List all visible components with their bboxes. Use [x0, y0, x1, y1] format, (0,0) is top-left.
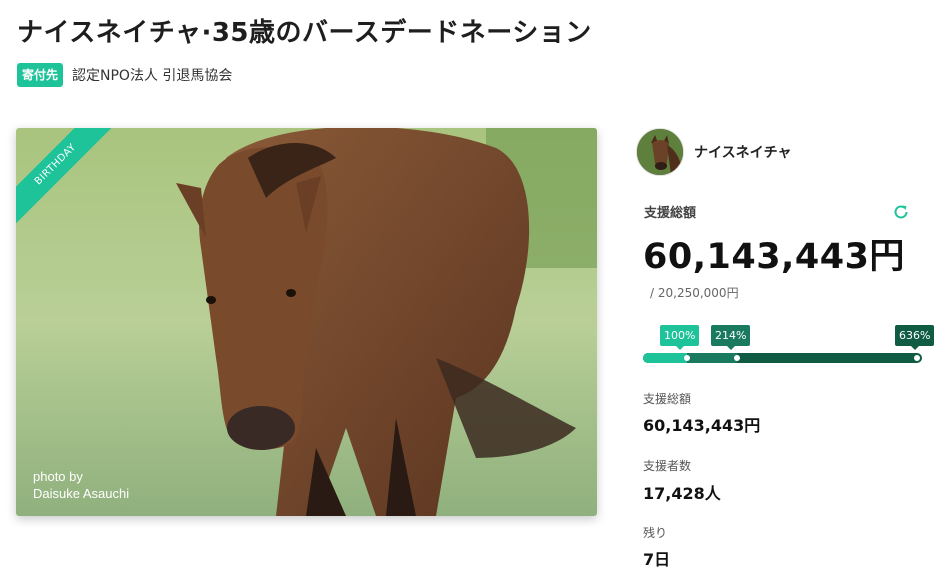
progress-bar: 100% 214% 636%: [643, 325, 935, 371]
milestone-dot-2: [734, 355, 740, 361]
progress-fill-first-goal: [643, 353, 687, 363]
birthday-ribbon: BIRTHDAY: [16, 128, 138, 250]
horse-avatar: [636, 128, 684, 176]
stat-remaining-value: 7日: [643, 550, 671, 569]
funding-sidebar: ナイスネイチャ 支援総額 60,143,443円 / 20,250,000円 1…: [636, 128, 936, 569]
stat-supporters-label: 支援者数: [643, 459, 692, 473]
horse-profile[interactable]: ナイスネイチャ: [636, 128, 936, 176]
milestone-tag-3: 636%: [895, 325, 935, 350]
horse-avatar-icon: [637, 129, 683, 175]
donation-target-badge: 寄付先: [17, 63, 64, 87]
organization-name-link[interactable]: 認定NPO法人 引退馬協会: [72, 65, 232, 85]
photo-credit: photo by Daisuke Asauchi: [33, 468, 129, 502]
stat-total-value: 60,143,443円: [643, 416, 761, 435]
organization-row: 寄付先 認定NPO法人 引退馬協会: [17, 62, 232, 88]
stat-supporters-value: 17,428人: [643, 484, 721, 503]
progress-fill-second-goal: [687, 353, 737, 363]
milestone-dot-3: [914, 355, 920, 361]
photo-credit-line1: photo by: [33, 469, 83, 484]
milestone-dot-1: [684, 355, 690, 361]
horse-photo: BIRTHDAY photo by Daisuke Asauchi: [16, 128, 597, 516]
stat-remaining-label: 残り: [643, 526, 668, 540]
goal-amount: / 20,250,000円: [650, 286, 739, 300]
horse-name: ナイスネイチャ: [694, 145, 792, 161]
photo-credit-line2: Daisuke Asauchi: [33, 486, 130, 501]
birthday-ribbon-label: BIRTHDAY: [16, 128, 129, 238]
milestone-tag-2: 214%: [711, 325, 751, 350]
milestone-tag-1: 100%: [660, 325, 700, 350]
total-amount: 60,143,443円: [643, 237, 905, 277]
refresh-icon[interactable]: [892, 203, 910, 221]
stat-total-label: 支援総額: [643, 392, 692, 406]
page-title: ナイスネイチャ·35歳のバースデードネーション: [17, 18, 592, 48]
total-amount-label: 支援総額: [644, 206, 697, 221]
